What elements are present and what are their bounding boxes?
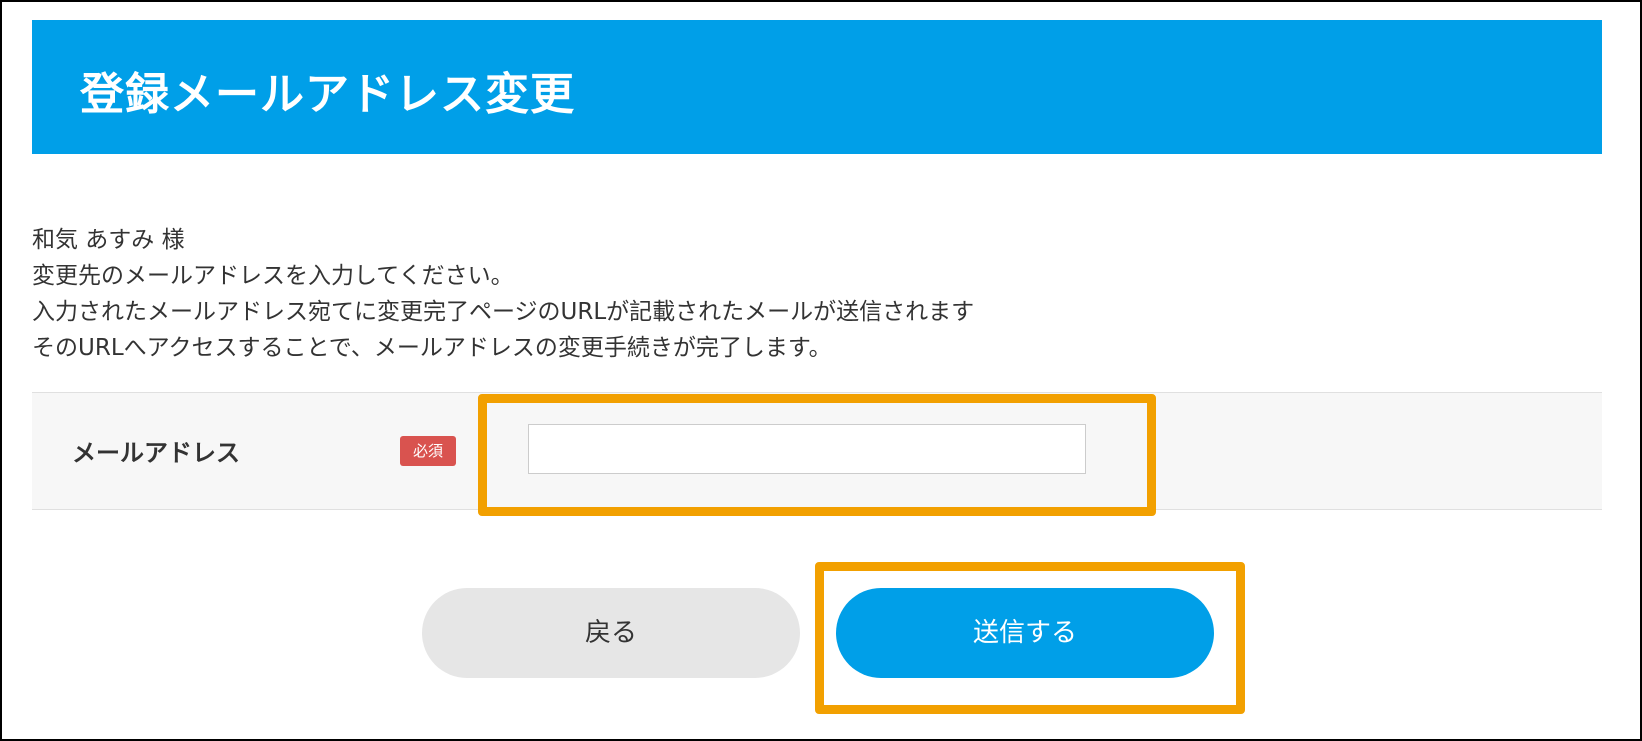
email-form-row: メールアドレス 必須	[32, 392, 1602, 510]
instruction-line-2: 入力されたメールアドレス宛てに変更完了ページのURLが記載されたメールが送信され…	[32, 299, 975, 325]
page-title: 登録メールアドレス変更	[80, 69, 575, 120]
back-button[interactable]: 戻る	[422, 588, 800, 678]
page-frame: 登録メールアドレス変更 和気 あすみ 様 変更先のメールアドレスを入力してくださ…	[0, 0, 1642, 741]
instruction-line-3: そのURLへアクセスすることで、メールアドレスの変更手続きが完了します。	[32, 335, 832, 361]
required-badge: 必須	[400, 436, 456, 466]
submit-button[interactable]: 送信する	[836, 588, 1214, 678]
recipient-name: 和気 あすみ 様	[32, 227, 185, 253]
page-header: 登録メールアドレス変更	[32, 20, 1602, 154]
email-input[interactable]	[528, 424, 1086, 474]
instruction-line-1: 変更先のメールアドレスを入力してください。	[32, 263, 514, 289]
email-label: メールアドレス	[72, 439, 240, 467]
intro-text: 和気 あすみ 様 変更先のメールアドレスを入力してください。 入力されたメールア…	[32, 222, 974, 366]
